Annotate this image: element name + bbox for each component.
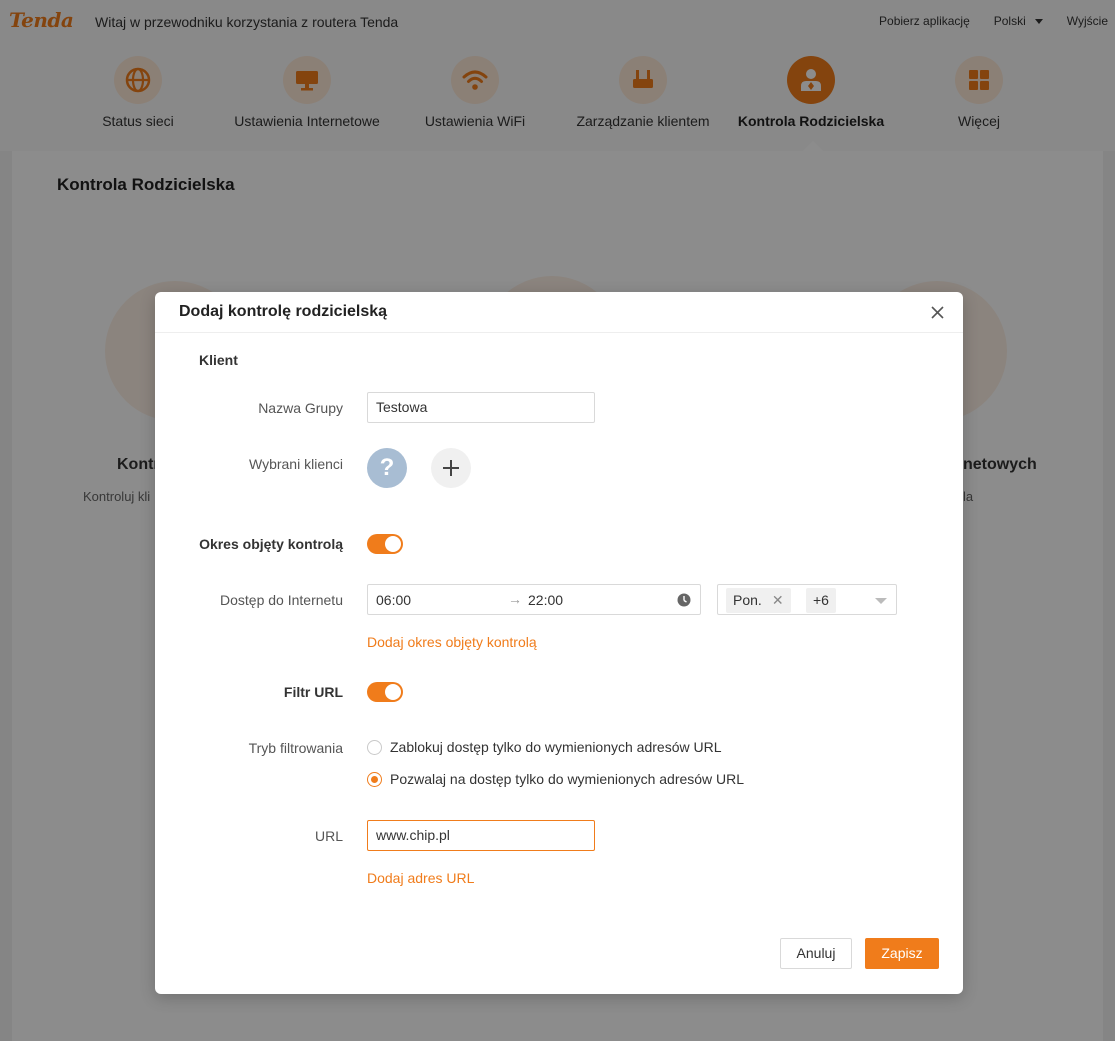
plus-icon [443, 460, 459, 476]
save-button[interactable]: Zapisz [865, 938, 939, 969]
time-range-picker[interactable]: 06:00 → 22:00 [367, 584, 701, 615]
add-url-link[interactable]: Dodaj adres URL [367, 870, 474, 886]
url-input[interactable]: www.chip.pl [367, 820, 595, 851]
selected-clients-label: Wybrani klienci [248, 456, 343, 472]
filter-mode-label: Tryb filtrowania [248, 740, 343, 756]
period-toggle[interactable] [367, 534, 403, 554]
toggle-knob [385, 684, 401, 700]
toggle-knob [385, 536, 401, 552]
clock-icon [677, 593, 691, 607]
radio-label: Zablokuj dostęp tylko do wymienionych ad… [390, 739, 722, 755]
add-parental-control-dialog: Dodaj kontrolę rodzicielską Klient Nazwa… [155, 292, 963, 994]
close-icon [930, 305, 944, 319]
dialog-header: Dodaj kontrolę rodzicielską [155, 292, 963, 333]
internet-access-label: Dostęp do Internetu [220, 592, 343, 608]
remove-tag-icon[interactable]: ✕ [772, 588, 784, 613]
more-days-tag: +6 [806, 588, 836, 613]
url-filter-toggle[interactable] [367, 682, 403, 702]
cancel-button[interactable]: Anuluj [780, 938, 852, 969]
filter-mode-block-option[interactable]: Zablokuj dostęp tylko do wymienionych ad… [367, 739, 722, 755]
day-tag-label: Pon. [733, 592, 762, 608]
add-client-button[interactable] [431, 448, 471, 488]
time-end[interactable]: 22:00 [528, 592, 563, 608]
add-period-link[interactable]: Dodaj okres objęty kontrolą [367, 634, 537, 650]
radio-button[interactable] [367, 739, 382, 755]
period-label: Okres objęty kontrolą [199, 536, 343, 552]
group-name-label: Nazwa Grupy [258, 400, 343, 416]
client-section-heading: Klient [199, 352, 238, 368]
unknown-client-avatar[interactable]: ? [367, 448, 407, 488]
radio-label: Pozwalaj na dostęp tylko do wymienionych… [390, 771, 745, 787]
dialog-title: Dodaj kontrolę rodzicielską [179, 303, 388, 320]
time-start[interactable]: 06:00 [376, 592, 411, 608]
filter-mode-allow-option[interactable]: Pozwalaj na dostęp tylko do wymienionych… [367, 771, 744, 787]
url-filter-label: Filtr URL [283, 684, 343, 700]
arrow-right-icon: → [508, 591, 522, 607]
url-label: URL [314, 828, 343, 844]
day-tag: Pon. ✕ [726, 588, 791, 613]
chevron-down-icon [875, 598, 887, 604]
radio-button-checked[interactable] [367, 771, 382, 787]
days-select[interactable]: Pon. ✕ +6 [717, 584, 897, 615]
group-name-input[interactable]: Testowa [367, 392, 595, 423]
close-button[interactable] [925, 300, 949, 324]
